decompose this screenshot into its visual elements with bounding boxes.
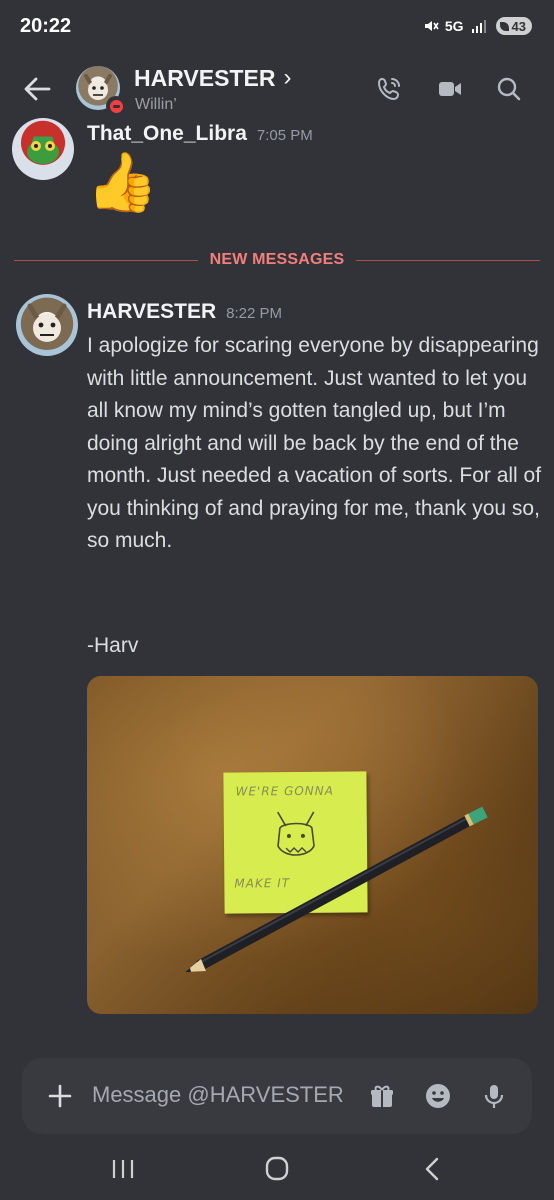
network-type: 5G (444, 18, 464, 34)
plus-icon[interactable] (46, 1082, 74, 1110)
mute-icon (424, 21, 439, 31)
back-arrow-icon[interactable] (22, 76, 52, 102)
status-bar: 20:22 5G 43 (0, 0, 554, 52)
gift-icon[interactable] (368, 1082, 396, 1110)
battery-level: 43 (511, 18, 526, 34)
pencil-icon (185, 806, 488, 972)
message-content: I apologize for scaring everyone by disa… (87, 334, 542, 552)
microphone-icon[interactable] (480, 1082, 508, 1110)
battery-saver-icon (499, 21, 509, 31)
search-icon[interactable] (496, 76, 522, 102)
avatar[interactable] (12, 118, 74, 180)
battery-indicator: 43 (495, 17, 532, 35)
new-messages-divider: NEW MESSAGES (14, 245, 540, 275)
dnd-status-badge (106, 96, 126, 116)
signal-icon (471, 20, 486, 33)
image-attachment[interactable]: WE'RE GONNA MAKE IT (87, 676, 538, 1014)
header-name-text: HARVESTER (134, 64, 276, 91)
home-icon[interactable] (262, 1156, 292, 1182)
back-icon[interactable] (418, 1156, 448, 1182)
header-custom-status: Willin’ (135, 96, 177, 113)
header-username[interactable]: HARVESTER › (134, 64, 291, 92)
wolf-avatar-icon (27, 303, 67, 342)
status-indicators: 5G 43 (423, 17, 532, 35)
avatar[interactable] (16, 294, 78, 356)
message-signature: -Harv (87, 634, 139, 657)
author-name: HARVESTER (87, 300, 217, 323)
message-author[interactable]: That_One_Libra 7:05 PM (87, 122, 313, 146)
frog-avatar-icon (26, 131, 60, 164)
message-composer[interactable]: Message @HARVESTER (22, 1058, 532, 1134)
author-name: That_One_Libra (87, 122, 247, 145)
video-call-icon[interactable] (437, 76, 463, 102)
avatar[interactable] (76, 66, 126, 116)
message-timestamp: 7:05 PM (256, 127, 313, 144)
recent-apps-icon[interactable] (108, 1156, 138, 1182)
message-timestamp: 8:22 PM (226, 305, 283, 322)
chat-header: HARVESTER › Willin’ (0, 52, 554, 124)
voice-call-icon[interactable] (376, 76, 402, 102)
emoji-icon[interactable] (424, 1082, 452, 1110)
message-author[interactable]: HARVESTER 8:22 PM (87, 300, 282, 324)
message-input[interactable]: Message @HARVESTER (92, 1082, 344, 1108)
chevron-right-icon: › (283, 64, 292, 91)
thumbs-up-emoji: 👍 (86, 150, 159, 215)
system-nav-bar (0, 1140, 554, 1200)
new-messages-label: NEW MESSAGES (209, 251, 345, 268)
status-time: 20:22 (20, 14, 72, 37)
